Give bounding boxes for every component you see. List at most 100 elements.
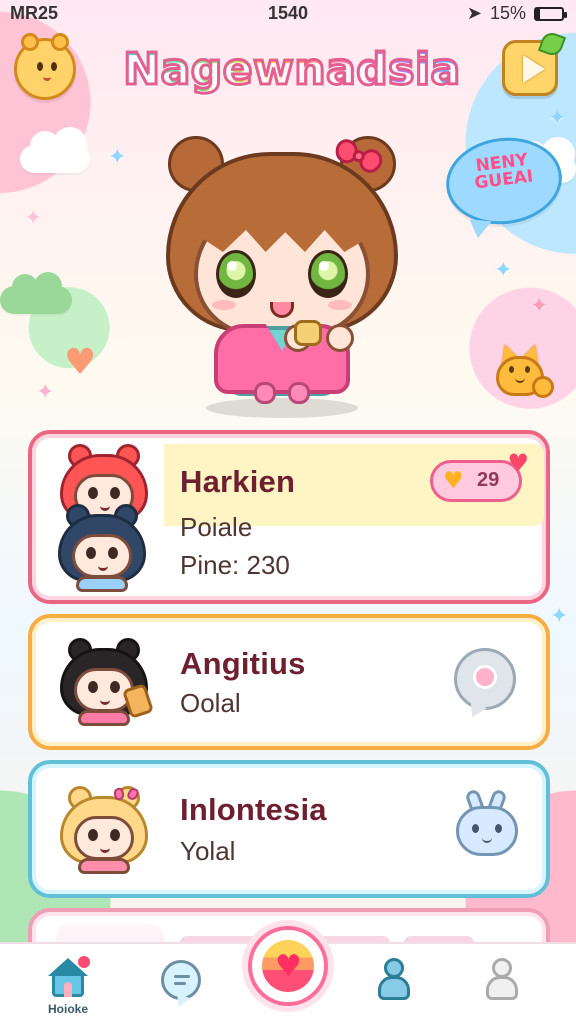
- bunny-icon[interactable]: [452, 788, 522, 862]
- bear-face: [29, 59, 65, 83]
- star-icon: ✦: [550, 604, 569, 629]
- nav-chat[interactable]: [142, 954, 222, 1018]
- star-icon: ✦: [494, 258, 513, 283]
- status-time: 1540: [268, 3, 309, 23]
- bottom-navigation: Hoioke ♥: [0, 926, 576, 1024]
- avatar-right-eye: [110, 829, 120, 841]
- app-title: Nagewnadsia: [112, 40, 472, 100]
- cloud-decoration: [0, 272, 72, 314]
- chat-icon: [161, 960, 201, 1000]
- status-right: ➤ 15%: [466, 3, 567, 24]
- person-head: [384, 958, 404, 978]
- profile-head: [492, 958, 512, 978]
- avatar-left-eye: [88, 681, 98, 693]
- avatar-body: [78, 710, 130, 726]
- play-button[interactable]: [502, 29, 567, 96]
- hero-legs: [248, 382, 316, 404]
- home-door: [64, 982, 72, 997]
- avatar-face: [74, 816, 134, 860]
- bow-icon: [114, 786, 138, 804]
- bear-icon[interactable]: [14, 33, 76, 100]
- profile-icon: [482, 958, 522, 1004]
- favorites-button: ♥: [248, 926, 328, 1006]
- nav-profile[interactable]: [462, 954, 542, 1018]
- profile-body: [486, 976, 518, 1000]
- card-subtitle: Oolal: [180, 688, 241, 718]
- avatar-left-eye: [88, 829, 98, 841]
- chat-line: [174, 975, 190, 978]
- home-label: Hoioke: [47, 1002, 88, 1016]
- status-bar: MR25 1540 ➤ 15%: [0, 0, 576, 28]
- status-left-text: MR25: [10, 3, 59, 23]
- heart-icon: ♥: [64, 342, 97, 383]
- hero-character: [158, 128, 406, 420]
- bear-left-eye: [37, 62, 43, 71]
- hero-left-eye: [216, 250, 256, 298]
- play-icon: [523, 55, 545, 83]
- nav-favorites[interactable]: ♥: [248, 926, 328, 1006]
- avatar-left-eye: [88, 487, 98, 499]
- avatar-right-eye: [108, 547, 118, 559]
- person-icon: [374, 958, 414, 1004]
- battery-icon: [534, 6, 567, 21]
- hero-left-blush: [212, 300, 236, 310]
- bunny-right-eye: [495, 824, 502, 833]
- card-title: Angitius: [180, 646, 306, 681]
- leaf-icon: [537, 29, 567, 59]
- bunny-left-eye: [472, 824, 479, 833]
- card-subtitle: Poiale: [180, 512, 253, 542]
- fox-left-eye: [509, 366, 514, 373]
- star-icon: ✦: [548, 106, 567, 131]
- cloud-decoration: [20, 127, 90, 173]
- star-icon: ✦: [36, 380, 55, 405]
- location-icon: ➤: [466, 3, 482, 23]
- avatar-single: [50, 776, 162, 884]
- heart-like-icon: ♥: [443, 468, 464, 494]
- avatar-left-eye: [86, 547, 96, 559]
- hero-right-leg: [288, 382, 310, 404]
- character-card[interactable]: Angitius Oolal: [28, 614, 550, 750]
- bear-left-ear: [21, 33, 39, 51]
- avatar-body: [76, 576, 128, 592]
- character-card[interactable]: Harkien Poiale Pine: 230 ♥ 29 ♥: [28, 430, 550, 604]
- bear-right-eye: [51, 62, 57, 71]
- card-meta: Pine: 230: [180, 550, 290, 580]
- avatar-right-eye: [110, 487, 120, 499]
- navy-hair-avatar: [58, 504, 146, 592]
- fox-tail: [532, 376, 554, 398]
- like-button[interactable]: ♥ 29 ♥: [430, 451, 529, 502]
- character-card[interactable]: Inlontesia Yolal: [28, 760, 550, 898]
- hero-right-blush: [328, 300, 352, 310]
- hero-cup-icon: [294, 320, 322, 346]
- bear-right-ear: [51, 33, 69, 51]
- star-icon: ✦: [108, 145, 127, 170]
- battery-fill: [536, 8, 540, 19]
- avatar-right-eye: [110, 681, 120, 693]
- hero-right-eye: [308, 250, 348, 298]
- avatar-body: [78, 858, 130, 874]
- bear-mouth: [43, 73, 51, 81]
- person-body: [378, 976, 410, 1000]
- battery-percent: 15%: [489, 3, 526, 23]
- chat-line: [174, 982, 186, 985]
- small-heart-icon: ♥: [507, 449, 529, 477]
- fox-right-eye: [525, 366, 530, 373]
- avatar-single: [50, 630, 162, 738]
- home-icon: [44, 956, 92, 998]
- card-title: Harkien: [180, 464, 296, 499]
- fox-icon: [488, 341, 556, 404]
- hero-right-hand: [326, 324, 354, 352]
- chat-bubble-icon[interactable]: [454, 648, 516, 710]
- avatar-stack: [50, 444, 162, 592]
- bunny-head: [456, 806, 518, 856]
- card-title: Inlontesia: [180, 792, 327, 827]
- nav-friends[interactable]: [354, 954, 434, 1018]
- star-icon: ✦: [530, 294, 549, 319]
- app-screen: MR25 1540 ➤ 15% Nagewnadsia ✦ ✦ ✦ ✦ ✦ ✦ …: [0, 0, 576, 1024]
- avatar-face: [72, 534, 132, 578]
- hero-left-leg: [254, 382, 276, 404]
- heart-icon: ♥: [275, 949, 302, 984]
- star-icon: ✦: [24, 206, 43, 231]
- card-subtitle: Yolal: [180, 836, 236, 866]
- nav-home[interactable]: Hoioke: [28, 954, 108, 1018]
